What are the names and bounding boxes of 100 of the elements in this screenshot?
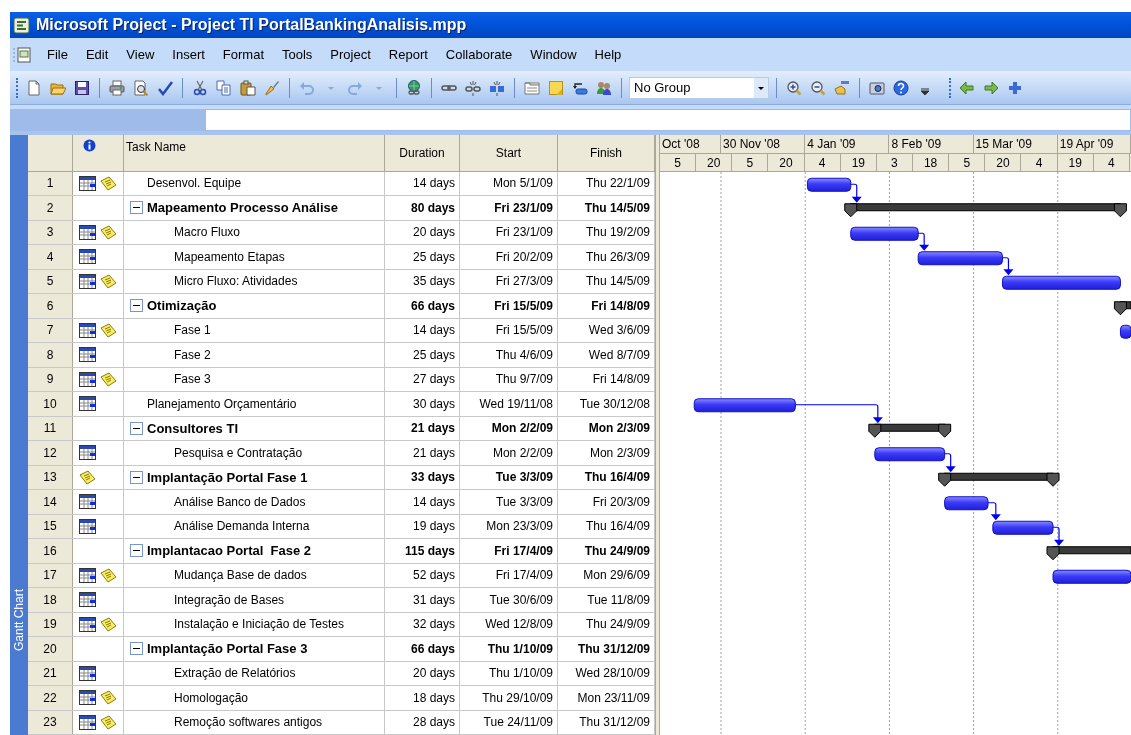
row-number[interactable]: 7: [28, 318, 73, 342]
zoom-in-icon[interactable]: [786, 79, 802, 96]
task-bar[interactable]: [693, 397, 796, 412]
start-date-cell: Thu 9/7/09: [460, 367, 558, 391]
menu-item[interactable]: Edit: [79, 44, 115, 65]
help-icon[interactable]: [893, 79, 909, 96]
plus-icon[interactable]: [1007, 79, 1023, 96]
row-number[interactable]: 18: [28, 588, 73, 612]
summary-bar[interactable]: [938, 472, 1060, 487]
row-number[interactable]: 1: [28, 171, 73, 195]
task-bar[interactable]: [874, 446, 946, 461]
collapse-icon[interactable]: [130, 642, 143, 656]
duration-cell: 20 days: [385, 661, 460, 685]
timescale-header: 5: [949, 154, 986, 172]
row-number[interactable]: 12: [28, 441, 73, 465]
camera-icon[interactable]: [869, 79, 885, 96]
row-number[interactable]: 16: [28, 539, 73, 563]
split-task-icon[interactable]: [489, 79, 505, 96]
task-name: Análise Demanda Interna: [174, 518, 310, 536]
menu-item[interactable]: Window: [524, 44, 583, 65]
view-label[interactable]: Gantt Chart: [10, 588, 28, 651]
row-number[interactable]: 6: [28, 294, 73, 318]
row-number[interactable]: 19: [28, 612, 73, 636]
copy-icon[interactable]: [216, 79, 232, 96]
column-header[interactable]: Duration: [385, 135, 460, 171]
row-number[interactable]: 11: [28, 416, 73, 440]
column-header[interactable]: Task Name: [124, 135, 385, 171]
row-number[interactable]: 22: [28, 686, 73, 710]
menu-item[interactable]: Help: [588, 44, 628, 65]
paste-icon[interactable]: [240, 79, 256, 96]
new-document-icon[interactable]: [26, 79, 42, 96]
menu-item[interactable]: Collaborate: [439, 44, 519, 65]
row-number[interactable]: 17: [28, 563, 73, 587]
scissors-icon[interactable]: [192, 79, 208, 96]
forward-arrow-icon[interactable]: [983, 79, 999, 96]
group-dropdown[interactable]: No Group: [629, 76, 769, 99]
menu-item[interactable]: View: [120, 44, 161, 65]
row-number[interactable]: 21: [28, 661, 73, 685]
row-number[interactable]: 15: [28, 514, 73, 538]
row-number[interactable]: 8: [28, 343, 73, 367]
back-arrow-icon[interactable]: [959, 79, 975, 96]
start-date-cell: Fri 15/5/09: [460, 318, 558, 342]
task-bar[interactable]: [944, 495, 989, 510]
people-icon[interactable]: [596, 79, 612, 96]
row-number[interactable]: 9: [28, 367, 73, 391]
timescale-header: 15 Mar '09: [973, 135, 1058, 154]
start-date-cell: Thu 1/10/09: [460, 637, 558, 661]
document-icon[interactable]: [13, 44, 33, 65]
summary-bar[interactable]: [844, 202, 1127, 217]
column-header[interactable]: Start: [460, 135, 558, 171]
collapse-icon[interactable]: [130, 299, 143, 313]
menu-item[interactable]: File: [41, 44, 74, 65]
collapse-icon[interactable]: [130, 470, 143, 484]
menu-item[interactable]: Format: [216, 44, 270, 65]
link-arrow: [944, 452, 956, 472]
summary-bar[interactable]: [1113, 300, 1131, 315]
row-number[interactable]: 10: [28, 392, 73, 416]
task-bar[interactable]: [806, 177, 852, 192]
duration-cell: 25 days: [385, 245, 460, 269]
collapse-icon[interactable]: [130, 421, 143, 435]
row-number[interactable]: 13: [28, 465, 73, 489]
start-date-cell: Fri 17/4/09: [460, 563, 558, 587]
entry-field[interactable]: [205, 109, 1131, 131]
printer-icon[interactable]: [109, 79, 125, 96]
start-date-cell: Mon 2/2/09: [460, 441, 558, 465]
timescale-header: 18: [913, 154, 950, 172]
spelling-check-icon[interactable]: [157, 79, 173, 96]
menu-item[interactable]: Insert: [166, 44, 211, 65]
row-number[interactable]: 5: [28, 269, 73, 293]
menu-item[interactable]: Tools: [276, 44, 319, 65]
brush-icon[interactable]: [264, 79, 280, 96]
menu-item[interactable]: Project: [324, 44, 377, 65]
wizard-icon[interactable]: [834, 79, 850, 96]
task-name: Instalação e Iniciação de Testes: [174, 616, 344, 634]
task-bar[interactable]: [1119, 324, 1131, 339]
row-number[interactable]: 3: [28, 220, 73, 244]
row-number[interactable]: 23: [28, 710, 73, 734]
task-bar[interactable]: [917, 250, 1003, 265]
menu-item[interactable]: Report: [382, 44, 434, 65]
collapse-icon[interactable]: [130, 544, 143, 558]
task-bar[interactable]: [1001, 275, 1121, 290]
duration-cell: 28 days: [385, 710, 460, 734]
app-icon[interactable]: [13, 16, 30, 34]
zoom-out-icon[interactable]: [810, 79, 826, 96]
globe-link-icon[interactable]: [406, 79, 422, 96]
collapse-icon[interactable]: [130, 201, 143, 215]
task-bar[interactable]: [992, 520, 1054, 535]
unlink-icon[interactable]: [465, 79, 481, 96]
summary-bar[interactable]: [868, 423, 952, 438]
task-bar[interactable]: [850, 226, 919, 241]
task-information-icon[interactable]: [524, 79, 540, 96]
row-number[interactable]: 14: [28, 490, 73, 514]
duration-cell: 80 days: [385, 196, 460, 220]
row-number[interactable]: 2: [28, 196, 73, 220]
task-bar[interactable]: [1052, 569, 1131, 584]
row-number[interactable]: 4: [28, 245, 73, 269]
row-number[interactable]: 20: [28, 637, 73, 661]
summary-bar[interactable]: [1046, 545, 1131, 560]
save-icon[interactable]: [74, 79, 90, 96]
print-preview-icon[interactable]: [133, 79, 149, 96]
